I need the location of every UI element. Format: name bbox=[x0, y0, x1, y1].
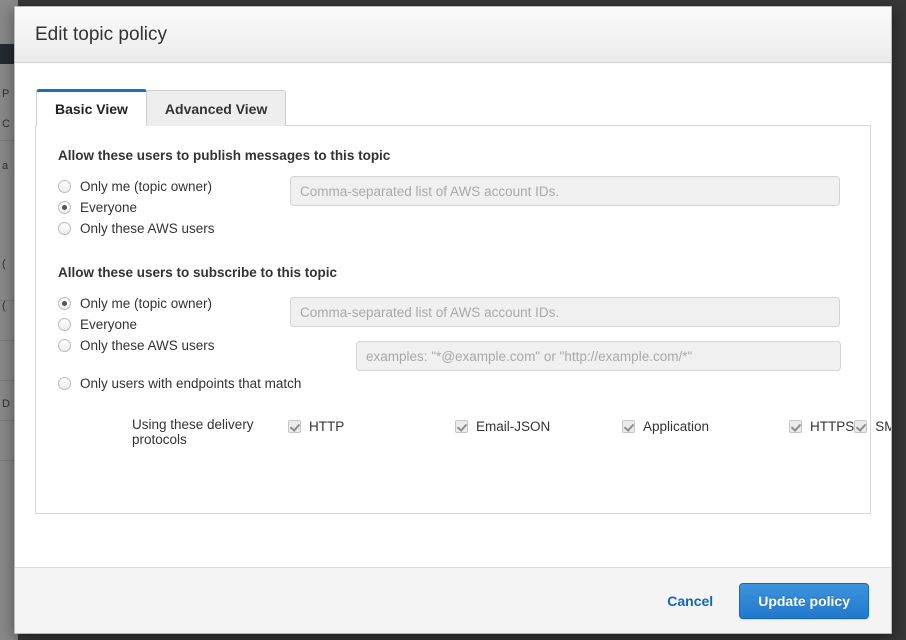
protocol-email-json[interactable]: Email-JSON bbox=[455, 416, 622, 437]
radio-publish-aws-users[interactable] bbox=[58, 222, 71, 235]
radio-publish-only-me[interactable] bbox=[58, 180, 71, 193]
publish-aws-account-ids-input[interactable] bbox=[290, 176, 840, 206]
checkbox-protocol-https[interactable] bbox=[789, 420, 802, 433]
subscribe-option-everyone-label: Everyone bbox=[80, 317, 137, 332]
tab-basic-view-label: Basic View bbox=[55, 101, 128, 117]
delivery-protocols-group: Using these delivery protocols HTTP Emai… bbox=[58, 416, 848, 447]
cancel-button[interactable]: Cancel bbox=[657, 587, 723, 615]
checkbox-protocol-email-json[interactable] bbox=[455, 420, 468, 433]
edit-topic-policy-dialog: Edit topic policy Basic View Advanced Vi… bbox=[14, 6, 892, 634]
delivery-protocols-grid: HTTP Email-JSON Application HTTPS bbox=[288, 416, 892, 437]
protocol-application-label: Application bbox=[643, 419, 709, 434]
protocol-sms-label: SMS bbox=[875, 419, 892, 434]
page-title: Edit topic policy bbox=[35, 24, 167, 46]
radio-subscribe-only-me[interactable] bbox=[58, 297, 71, 310]
radio-subscribe-aws-users[interactable] bbox=[58, 339, 71, 352]
checkbox-protocol-http[interactable] bbox=[288, 420, 301, 433]
delivery-protocols-label: Using these delivery protocols bbox=[58, 416, 288, 447]
publish-option-only-me-label: Only me (topic owner) bbox=[80, 179, 212, 194]
publish-option-everyone-label: Everyone bbox=[80, 200, 137, 215]
policy-panel: Allow these users to publish messages to… bbox=[35, 125, 871, 514]
protocol-https-label: HTTPS bbox=[810, 419, 854, 434]
subscribe-option-aws-users-label: Only these AWS users bbox=[80, 338, 215, 353]
publish-option-aws-users-label: Only these AWS users bbox=[80, 221, 215, 236]
radio-subscribe-endpoint-match[interactable] bbox=[58, 377, 71, 390]
dialog-body: Basic View Advanced View Allow these use… bbox=[15, 63, 891, 567]
protocol-http-label: HTTP bbox=[309, 419, 344, 434]
view-tabs: Basic View Advanced View bbox=[36, 89, 871, 126]
publish-section-title: Allow these users to publish messages to… bbox=[58, 148, 848, 163]
publish-option-aws-users[interactable]: Only these AWS users bbox=[58, 218, 848, 239]
protocol-https[interactable]: HTTPS bbox=[789, 416, 854, 437]
protocol-http[interactable]: HTTP bbox=[288, 416, 455, 437]
checkbox-protocol-sms[interactable] bbox=[854, 420, 867, 433]
tab-basic-view[interactable]: Basic View bbox=[36, 89, 147, 126]
update-policy-button[interactable]: Update policy bbox=[739, 583, 869, 619]
protocol-application[interactable]: Application bbox=[622, 416, 789, 437]
subscribe-option-endpoint-match-label: Only users with endpoints that match bbox=[80, 376, 301, 391]
radio-publish-everyone[interactable] bbox=[58, 201, 71, 214]
subscribe-option-endpoint-match[interactable]: Only users with endpoints that match bbox=[58, 373, 848, 394]
tab-advanced-view[interactable]: Advanced View bbox=[146, 90, 286, 126]
dialog-footer: Cancel Update policy bbox=[15, 567, 891, 633]
subscribe-aws-account-ids-input[interactable] bbox=[290, 297, 840, 327]
protocol-email-json-label: Email-JSON bbox=[476, 419, 550, 434]
checkbox-protocol-application[interactable] bbox=[622, 420, 635, 433]
dialog-header: Edit topic policy bbox=[15, 7, 891, 63]
subscribe-section-title: Allow these users to subscribe to this t… bbox=[58, 265, 848, 280]
protocol-sms[interactable]: SMS bbox=[854, 416, 892, 437]
tab-advanced-view-label: Advanced View bbox=[165, 101, 267, 117]
endpoint-pattern-input[interactable] bbox=[356, 341, 841, 371]
radio-subscribe-everyone[interactable] bbox=[58, 318, 71, 331]
subscribe-option-only-me-label: Only me (topic owner) bbox=[80, 296, 212, 311]
